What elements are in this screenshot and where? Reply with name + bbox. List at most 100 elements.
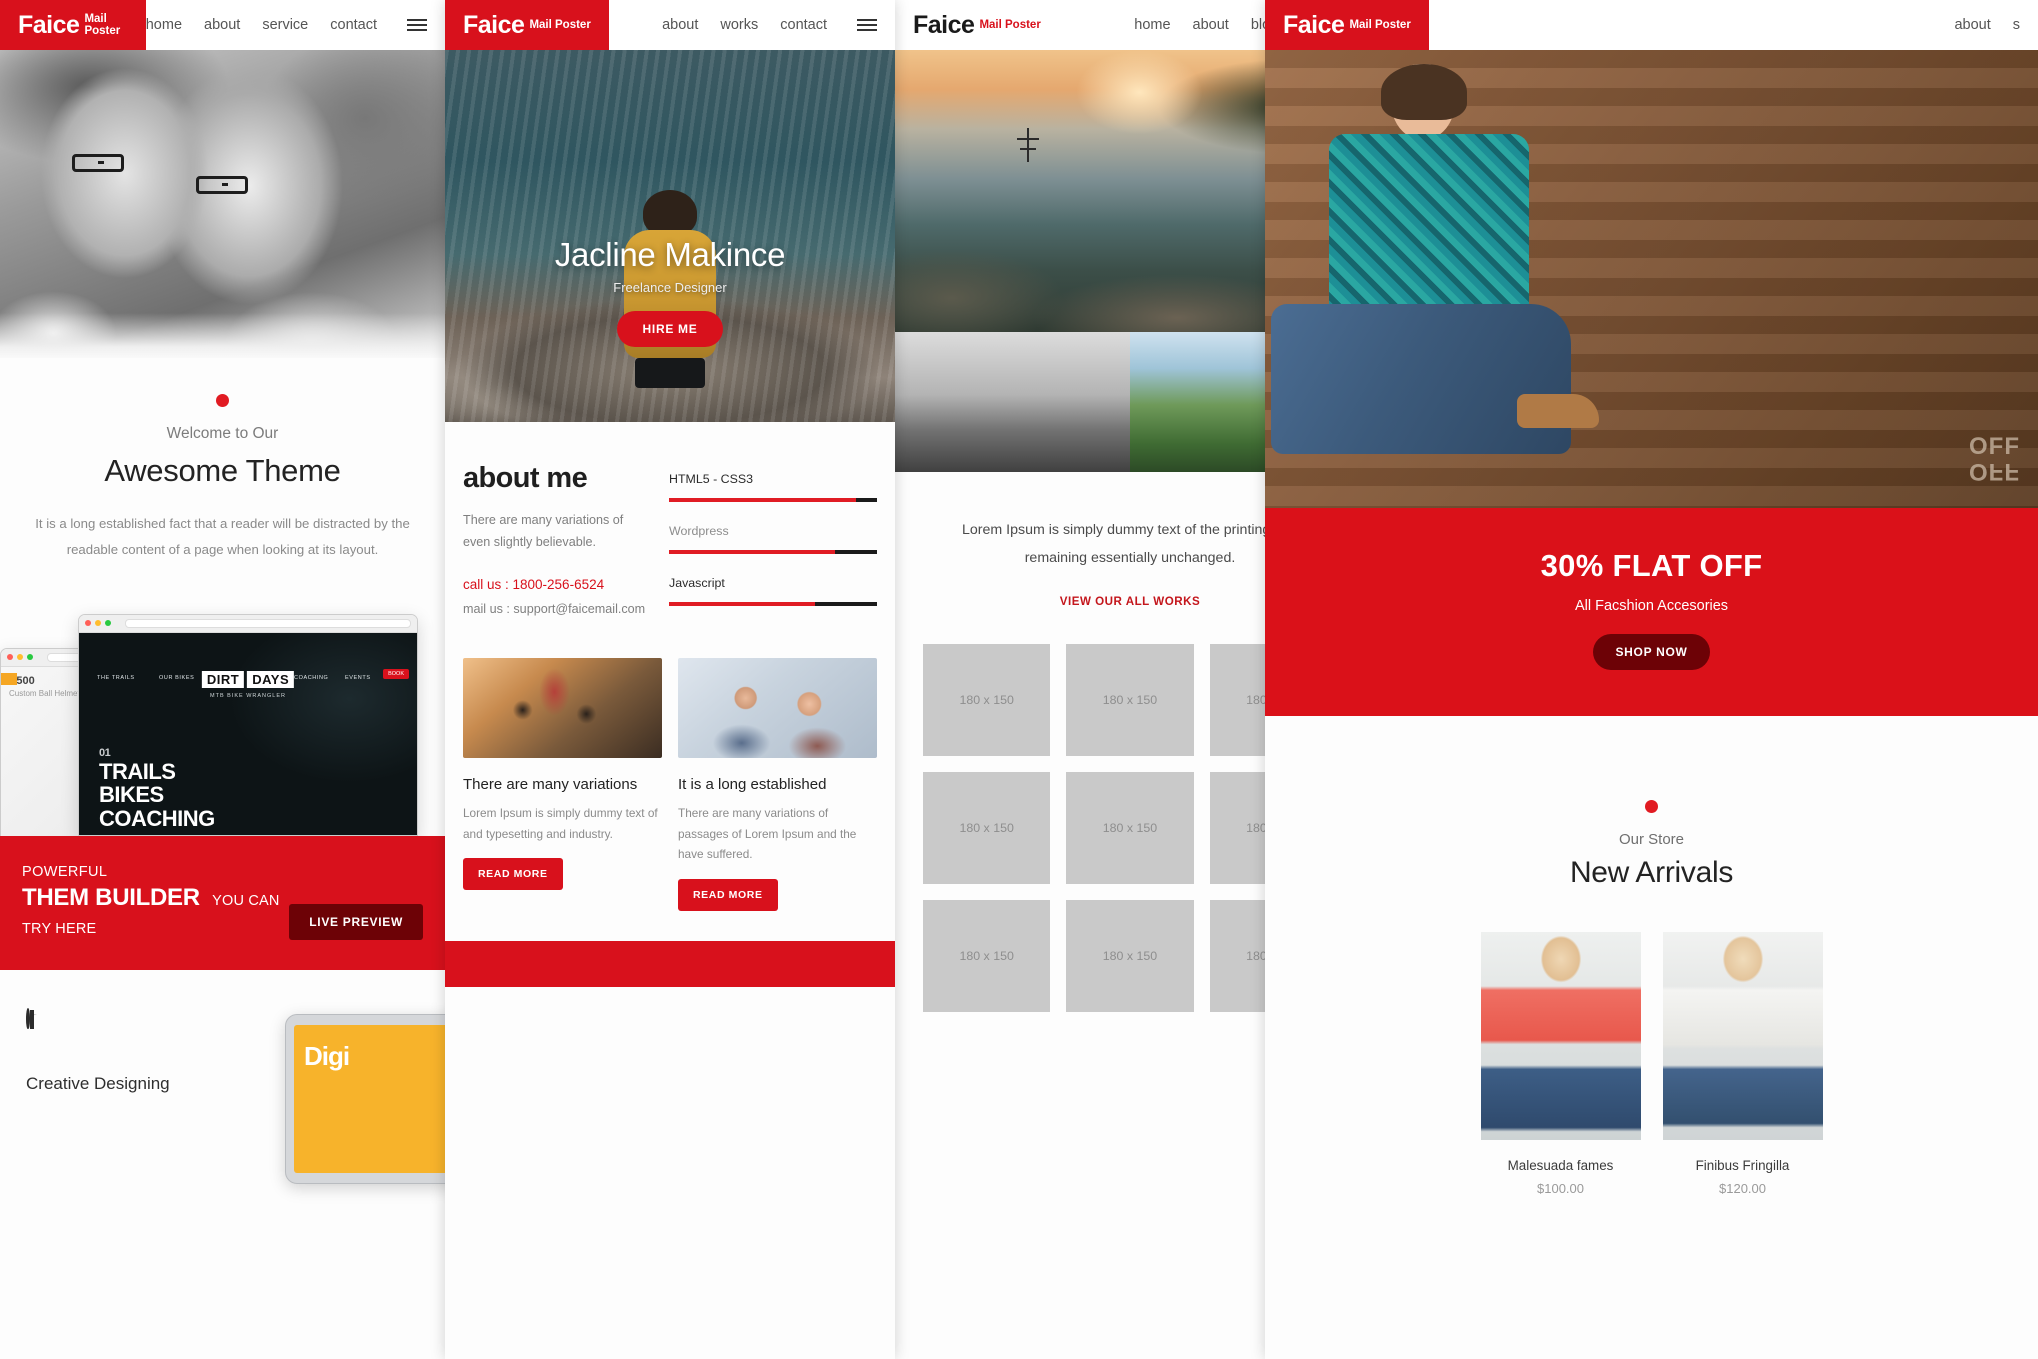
tablet-headline: Digi xyxy=(304,1040,350,1071)
watermark-text-top: OFF xyxy=(1969,433,2020,461)
panel2-brand-block[interactable]: Faice Mail Poster xyxy=(445,0,609,50)
skill-track xyxy=(669,498,877,502)
gallery-placeholder[interactable]: 180 x 150 xyxy=(1066,643,1194,756)
email-template-panel-4: Faice Mail Poster about s OFF OFF 30% FL… xyxy=(1265,0,2038,1359)
panel3-brand-block[interactable]: Faice Mail Poster xyxy=(895,11,1041,40)
nav-link-contact[interactable]: contact xyxy=(780,17,827,33)
skills-column: HTML5 - CSS3 Wordpress Javascript xyxy=(669,462,877,628)
card-image-selfie xyxy=(678,658,877,758)
panel2-footer-band xyxy=(445,940,895,987)
nav-link-about[interactable]: about xyxy=(204,17,240,33)
skill-label: Javascript xyxy=(669,576,725,590)
mock-logo-word-1: DIRT xyxy=(201,670,245,688)
lightbulb-icon xyxy=(26,1007,34,1029)
nav-link-home[interactable]: home xyxy=(146,17,182,33)
product-card[interactable]: Finibus Fringilla $120.00 xyxy=(1662,932,1823,1196)
mock-nav-trails: THE TRAILS xyxy=(97,674,135,681)
panel1-navbar: Faice Mail Poster home about service con… xyxy=(0,0,445,50)
brand-name: Faice xyxy=(18,10,80,39)
card-text: There are many variations of passages of… xyxy=(678,806,857,862)
product-image xyxy=(1480,932,1641,1140)
product-card[interactable]: Malesuada fames $100.00 xyxy=(1480,932,1641,1196)
tablet-mockup: Digi xyxy=(285,1013,445,1184)
hero-name: Jacline Makince xyxy=(554,236,786,273)
live-preview-button[interactable]: LIVE PREVIEW xyxy=(289,903,423,940)
gallery-placeholder[interactable]: 180 x 150 xyxy=(1066,771,1194,884)
read-more-button[interactable]: READ MORE xyxy=(463,858,563,891)
minimize-dot-icon xyxy=(17,654,23,661)
panel1-browser-mockups: S500 Custom Ball Helmet THE TRAILS OUR B… xyxy=(0,586,445,838)
nav-link-about[interactable]: about xyxy=(662,17,698,33)
panel1-nav-links: home about service contact xyxy=(146,17,445,33)
nav-link-about[interactable]: about xyxy=(1954,17,1990,33)
promo-line-1: POWERFUL xyxy=(22,863,108,880)
about-email[interactable]: mail us : support@faicemail.com xyxy=(463,602,653,616)
skill-row: Javascript xyxy=(669,576,877,606)
hamburger-icon[interactable] xyxy=(857,19,877,31)
intro-paragraph: It is a long established fact that a rea… xyxy=(35,516,410,558)
brand-name: Faice xyxy=(463,10,525,39)
mock-site-logo: DIRT DAYS xyxy=(201,670,295,688)
panel1-brand-block[interactable]: Faice Mail Poster xyxy=(0,0,146,50)
email-template-panel-1: Faice Mail Poster home about service con… xyxy=(0,0,445,1359)
product-price: $100.00 xyxy=(1537,1181,1584,1196)
thumbnail-beach xyxy=(895,332,1130,472)
nav-link-contact[interactable]: contact xyxy=(330,17,377,33)
skill-track xyxy=(669,602,877,606)
skill-row: HTML5 - CSS3 xyxy=(669,472,877,502)
panel4-product-row: Malesuada fames $100.00 Finibus Fringill… xyxy=(1265,890,2038,1196)
browser-chrome xyxy=(79,614,417,633)
mock-hero-headline: 01 TRAILS BIKES COACHING xyxy=(99,747,215,831)
panel2-hero-text: Jacline Makince Freelance Designer HIRE … xyxy=(445,236,895,347)
skill-row: Wordpress xyxy=(669,524,877,554)
product-price: $120.00 xyxy=(1719,1181,1766,1196)
product-image xyxy=(1662,932,1823,1140)
divider-dot xyxy=(1645,800,1658,813)
gallery-placeholder[interactable]: 180 x 150 xyxy=(923,771,1051,884)
mock-headline-2: BIKES xyxy=(99,782,164,808)
brand-tagline: Mail Poster xyxy=(529,19,591,31)
promo-subtitle: All Facshion Accesories xyxy=(1574,598,1729,614)
about-phone[interactable]: call us : 1800-256-6524 xyxy=(463,577,653,592)
mock-logo-subtitle: MTB BIKE WRANGLER xyxy=(210,692,286,699)
hamburger-icon[interactable] xyxy=(407,19,427,31)
email-template-panel-2: Faice Mail Poster about works contact Ja… xyxy=(445,0,895,1359)
divider-dot xyxy=(216,394,229,407)
skill-label: Wordpress xyxy=(669,524,729,538)
read-more-button[interactable]: READ MORE xyxy=(678,878,778,911)
content-card: There are many variations Lorem Ipsum is… xyxy=(463,658,662,911)
card-text: Lorem Ipsum is simply dummy text of and … xyxy=(463,806,658,841)
nav-link-shop[interactable]: s xyxy=(2013,17,2020,33)
nav-link-home[interactable]: home xyxy=(1134,17,1170,33)
panel1-promo-band: POWERFUL THEM BUILDER YOU CAN TRY HERE L… xyxy=(0,835,445,970)
panel1-intro: Welcome to Our Awesome Theme It is a lon… xyxy=(0,394,445,564)
panel2-about-section: about me There are many variations of ev… xyxy=(445,422,895,628)
brand-tagline: Mail Poster xyxy=(979,19,1041,31)
gallery-placeholder[interactable]: 180 x 150 xyxy=(923,643,1051,756)
nav-link-about[interactable]: about xyxy=(1193,17,1229,33)
shop-now-button[interactable]: SHOP NOW xyxy=(1593,634,1710,670)
browser-mockup-large: THE TRAILS OUR BIKES COACHING EVENTS BOO… xyxy=(78,613,418,836)
product-name: Finibus Fringilla xyxy=(1695,1158,1790,1173)
hire-me-button[interactable]: HIRE ME xyxy=(616,311,724,347)
mock-nav-bikes: OUR BIKES xyxy=(159,674,195,681)
feature-text-group: Creative Designing xyxy=(26,1007,170,1094)
browser-body-large: THE TRAILS OUR BIKES COACHING EVENTS BOO… xyxy=(79,632,417,835)
panel4-hero-image: OFF OFF xyxy=(1265,50,2038,508)
accent-swatch xyxy=(1,672,17,685)
mock-book-button[interactable]: BOOK xyxy=(383,668,409,679)
panel4-brand-block[interactable]: Faice Mail Poster xyxy=(1265,0,1429,50)
brand-name: Faice xyxy=(913,10,975,39)
url-bar[interactable] xyxy=(125,618,411,628)
minimize-dot-icon xyxy=(95,620,101,627)
view-all-works-link[interactable]: VIEW OUR ALL WORKS xyxy=(1060,595,1200,608)
nav-link-service[interactable]: service xyxy=(262,17,308,33)
intro-eyebrow: Welcome to Our xyxy=(166,425,279,442)
glasses-icon xyxy=(196,176,248,194)
watermark-text-mirror: OFF xyxy=(1969,458,2020,485)
gallery-placeholder[interactable]: 180 x 150 xyxy=(1066,899,1194,1012)
mock-headline-1: TRAILS xyxy=(99,758,176,784)
panel2-navbar: Faice Mail Poster about works contact xyxy=(445,0,895,50)
nav-link-works[interactable]: works xyxy=(720,17,758,33)
gallery-placeholder[interactable]: 180 x 150 xyxy=(923,899,1051,1012)
